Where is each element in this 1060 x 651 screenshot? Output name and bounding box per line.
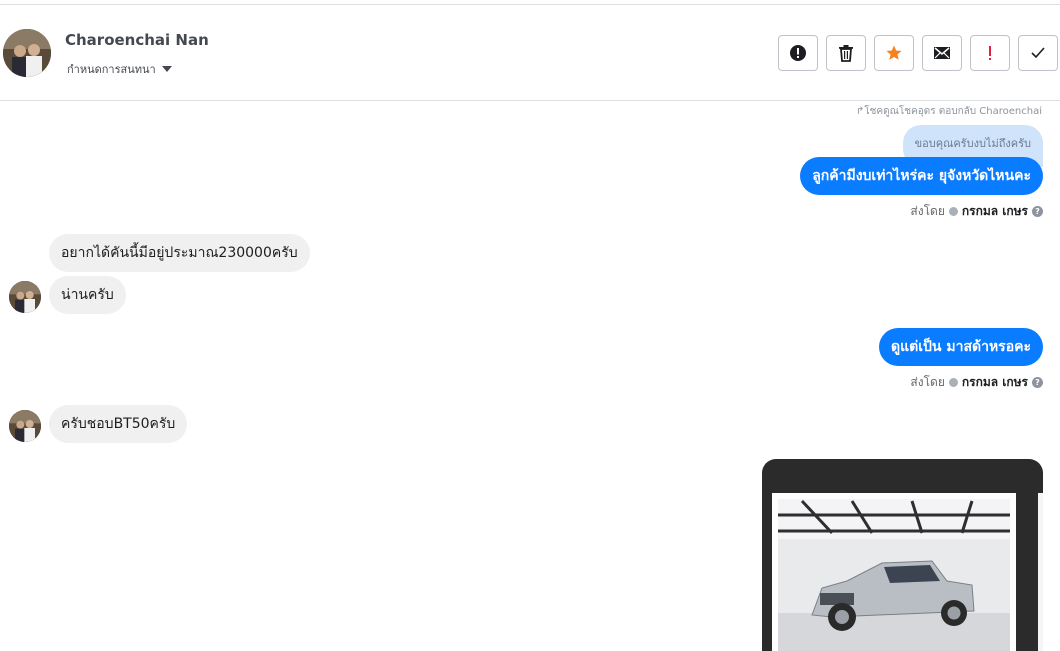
contact-name[interactable]: Charoenchai Nan [65, 31, 209, 49]
check-circle-icon [948, 378, 958, 387]
exclamation-circle-icon [790, 45, 806, 61]
incoming-message[interactable]: น่านครับ [49, 276, 126, 314]
star-button[interactable] [874, 35, 914, 71]
caret-down-icon [161, 66, 172, 72]
header-actions [778, 35, 1058, 71]
mark-done-button[interactable] [1018, 35, 1058, 71]
envelope-icon [934, 47, 950, 59]
shared-image-card[interactable] [762, 459, 1043, 651]
exclamation-icon [989, 46, 991, 60]
mark-unread-button[interactable] [922, 35, 962, 71]
incoming-message[interactable]: ครับชอบBT50ครับ [49, 405, 188, 443]
outgoing-message[interactable]: ลูกค้ามีงบเท่าไหร่คะ ยุจังหวัดไหนคะ [800, 157, 1043, 195]
check-circle-icon [948, 207, 958, 216]
agent-name[interactable]: กรกมล เกษร [962, 202, 1028, 221]
star-icon [886, 45, 902, 60]
message-thread: ↱โชคดูณโชคอุดร ตอบกลับ Charoenchai ขอบคุ… [0, 101, 1060, 651]
delete-button[interactable] [826, 35, 866, 71]
sent-by-label: ส่งโดย [910, 375, 945, 389]
help-icon[interactable]: ? [1032, 206, 1043, 217]
assign-dropdown[interactable]: กำหนดการสนทนา [67, 60, 172, 78]
check-icon [1031, 47, 1045, 59]
assign-label: กำหนดการสนทนา [67, 63, 156, 76]
image-edge [1038, 493, 1043, 651]
agent-name[interactable]: กรกมล เกษร [962, 373, 1028, 392]
help-icon[interactable]: ? [1032, 377, 1043, 388]
avatar[interactable] [3, 29, 51, 77]
mark-spam-button[interactable] [778, 35, 818, 71]
sent-by-row: ส่งโดย กรกมล เกษร ? [910, 202, 1043, 221]
car-photo[interactable] [772, 493, 1016, 651]
trash-icon [839, 45, 853, 62]
conversation-header: Charoenchai Nan กำหนดการสนทนา [0, 5, 1060, 101]
avatar[interactable] [9, 281, 41, 313]
avatar[interactable] [9, 410, 41, 442]
sent-by-row: ส่งโดย กรกมล เกษร ? [910, 373, 1043, 392]
follow-up-button[interactable] [970, 35, 1010, 71]
sent-by-label: ส่งโดย [910, 204, 945, 218]
incoming-message[interactable]: อยากได้คันนี้มีอยู่ประมาณ230000ครับ [49, 234, 310, 272]
reply-note: ↱โชคดูณโชคอุดร ตอบกลับ Charoenchai [855, 106, 1042, 117]
image-frame [772, 493, 1016, 651]
outgoing-message[interactable]: ดูแต่เป็น มาสด้าหรอคะ [879, 328, 1043, 366]
